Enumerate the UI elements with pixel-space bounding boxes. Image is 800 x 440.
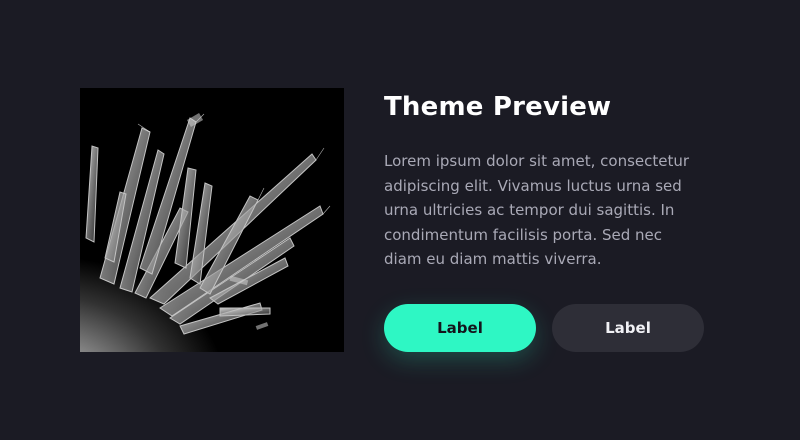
primary-button[interactable]: Label [384, 304, 536, 352]
crystal-image [80, 88, 344, 352]
description-text: Lorem ipsum dolor sit amet, consectetur … [384, 152, 690, 268]
crystal-illustration [80, 88, 344, 352]
button-group: Label Label [384, 304, 704, 352]
card-content: Theme Preview Lorem ipsum dolor sit amet… [384, 88, 714, 272]
page-title: Theme Preview [384, 92, 612, 122]
secondary-button[interactable]: Label [552, 304, 704, 352]
